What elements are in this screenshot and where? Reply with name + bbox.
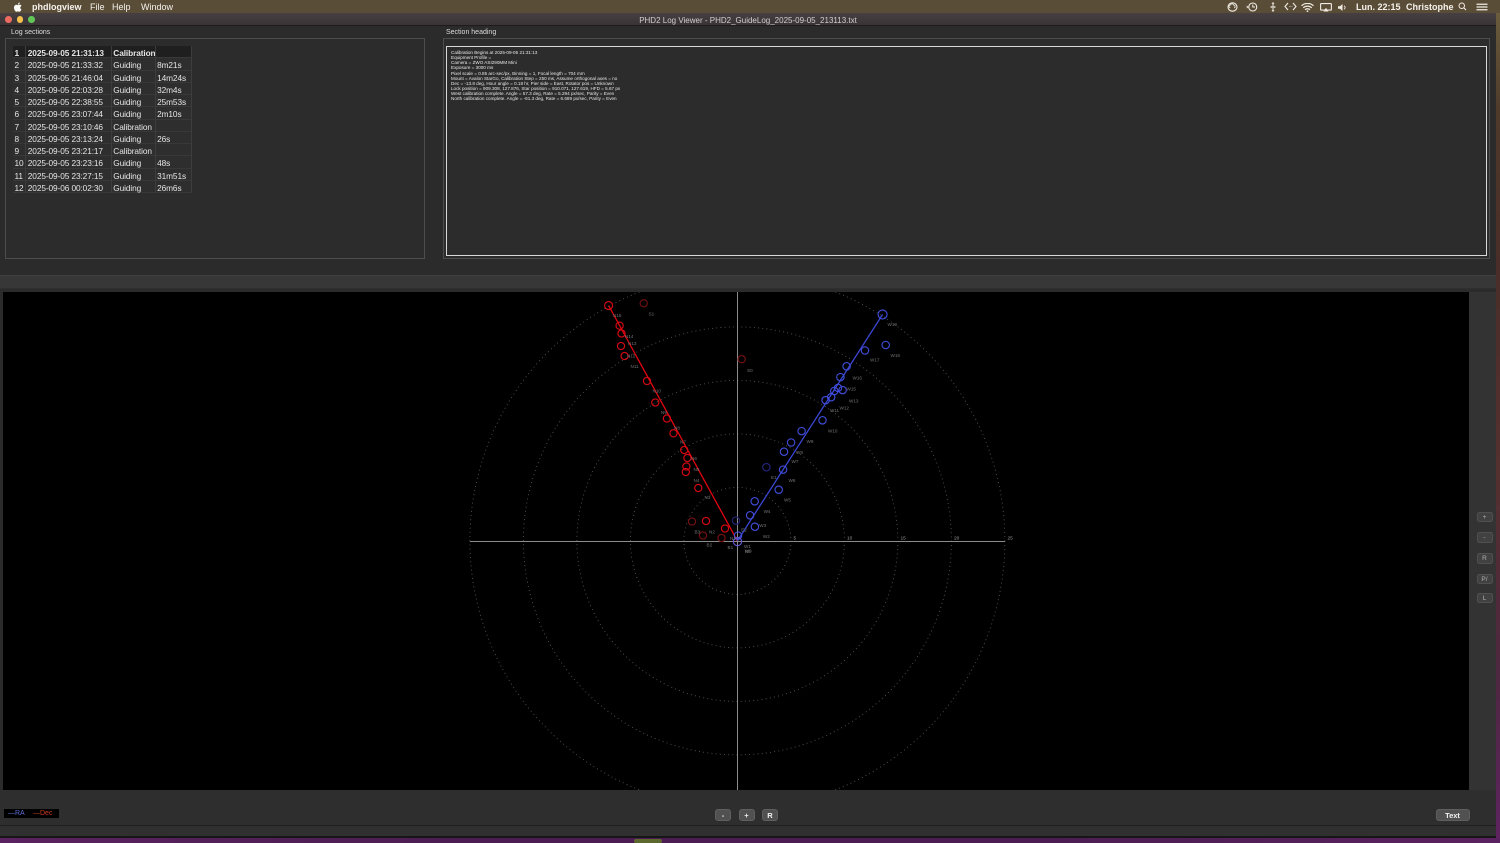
svg-text:N14: N14 (625, 334, 634, 339)
svg-text:E2: E2 (741, 528, 747, 533)
svg-text:W5: W5 (784, 497, 791, 502)
svg-text:W8: W8 (796, 450, 803, 455)
svg-text:W12: W12 (840, 405, 850, 410)
svg-text:W7: W7 (792, 459, 799, 464)
svg-text:W19: W19 (888, 322, 898, 327)
svg-text:S1: S1 (649, 311, 655, 316)
svg-text:W15: W15 (847, 386, 857, 391)
svg-text:N7: N7 (680, 439, 686, 444)
svg-text:N5: N5 (694, 467, 700, 472)
svg-text:S0: S0 (747, 368, 753, 373)
svg-text:25: 25 (1008, 535, 1014, 541)
svg-text:N4: N4 (694, 478, 700, 483)
svg-text:W17: W17 (870, 357, 880, 362)
svg-text:W2: W2 (763, 534, 770, 539)
svg-text:W9: W9 (807, 439, 814, 444)
svg-text:B1: B1 (728, 545, 734, 550)
svg-text:N2: N2 (709, 529, 715, 534)
svg-text:N8: N8 (674, 425, 680, 430)
svg-text:N12: N12 (627, 353, 636, 358)
svg-text:W10: W10 (828, 428, 838, 433)
svg-text:W16: W16 (853, 375, 863, 380)
svg-text:B3: B3 (695, 529, 701, 534)
svg-text:N3: N3 (705, 495, 711, 500)
svg-text:W3: W3 (759, 523, 766, 528)
svg-text:W6: W6 (789, 478, 796, 483)
svg-text:W18: W18 (891, 353, 901, 358)
svg-text:N0: N0 (745, 549, 751, 554)
svg-text:N13: N13 (628, 341, 637, 346)
svg-text:15: 15 (901, 535, 907, 541)
svg-text:N9: N9 (661, 410, 667, 415)
svg-text:N6: N6 (691, 456, 697, 461)
svg-text:N15: N15 (613, 313, 622, 318)
svg-text:5: 5 (794, 535, 797, 541)
svg-text:W4: W4 (764, 509, 771, 514)
svg-text:B2: B2 (707, 542, 713, 547)
svg-text:N10: N10 (653, 388, 662, 393)
svg-text:N11: N11 (631, 364, 640, 369)
svg-text:W13: W13 (849, 398, 859, 403)
svg-text:20: 20 (954, 535, 960, 541)
svg-text:10: 10 (847, 535, 853, 541)
svg-text:E1: E1 (771, 475, 777, 480)
svg-text:W11: W11 (830, 408, 840, 413)
svg-text:N1: N1 (730, 536, 736, 541)
